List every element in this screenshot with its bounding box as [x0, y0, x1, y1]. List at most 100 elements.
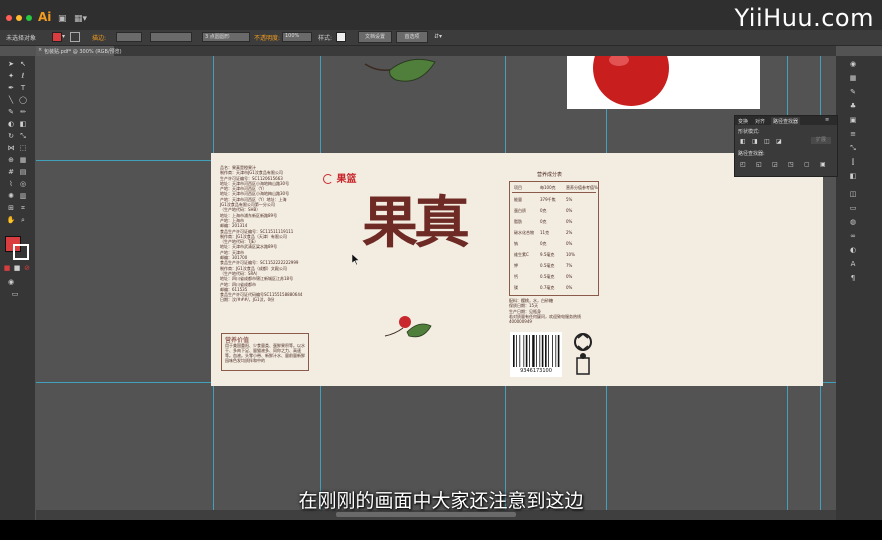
cherry-illustration-icon[interactable] — [383, 314, 433, 344]
stroke-weight-field[interactable] — [116, 32, 142, 42]
graphic-styles-panel-icon[interactable]: ▣ — [848, 116, 858, 125]
opacity-field[interactable]: 100% — [282, 32, 312, 42]
image-trace-panel-icon[interactable]: ◐ — [848, 246, 858, 255]
character-panel-icon[interactable]: A — [848, 260, 858, 269]
gradient-mode-icon[interactable]: ■ — [12, 264, 22, 273]
symbol-sprayer-tool-icon[interactable]: ✺ — [6, 192, 16, 201]
brand-logo[interactable]: 果篮 — [323, 170, 356, 185]
artboard-tool-icon[interactable]: ⊞ — [6, 204, 16, 213]
perspective-grid-tool-icon[interactable]: ▦ — [18, 156, 28, 165]
pencil-tool-icon[interactable]: ✏ — [18, 108, 28, 117]
variable-width-profile[interactable] — [150, 32, 192, 42]
lasso-tool-icon[interactable]: ℓ — [18, 72, 28, 81]
arrange-documents-icon[interactable]: ▦▾ — [74, 14, 87, 24]
free-transform-tool-icon[interactable]: ⬚ — [18, 144, 28, 153]
stroke-label[interactable]: 描边: — [92, 33, 106, 42]
recycle-icon[interactable] — [572, 332, 594, 378]
align-panel-icon[interactable]: ⫿ — [848, 158, 858, 167]
swatches-panel-icon[interactable]: ▦ — [848, 74, 858, 83]
panel-dock: ◉ ▦ ✎ ♣ ▣ ≡ ⤡ ⫿ ◧ ◫ ▭ ◍ ∞ ◐ A ¶ — [836, 56, 882, 520]
eraser-tool-icon[interactable]: ◧ — [18, 120, 28, 129]
none-mode-icon[interactable]: ⊘ — [22, 264, 32, 273]
preferences-button[interactable]: 首选项 — [396, 31, 428, 43]
align-options-icon[interactable]: ⇵▾ — [434, 33, 442, 40]
opacity-label[interactable]: 不透明度: — [254, 33, 280, 42]
close-window-button[interactable] — [6, 15, 12, 21]
fill-swatch[interactable] — [52, 32, 62, 42]
expand-button[interactable]: 扩展 — [811, 137, 831, 144]
exclude-icon[interactable]: ◪ — [776, 138, 782, 145]
close-tab-icon[interactable]: × — [38, 47, 42, 53]
trim-icon[interactable]: ◱ — [756, 161, 762, 168]
barcode[interactable]: 9346173100 — [510, 332, 562, 377]
document-tab[interactable]: × 包装贴.pdf* @ 300% (RGB/预览) — [36, 46, 122, 56]
document-tab-bar — [36, 46, 836, 56]
document-setup-button[interactable]: 文档设置 — [358, 31, 392, 43]
width-tool-icon[interactable]: ⋈ — [6, 144, 16, 153]
notice-box[interactable]: 营养价值 用于美国重阳、少食量类、蛋鲜果积等。以水干、多肉下足、量猫液多、同你之… — [221, 333, 309, 371]
gradient-tool-icon[interactable]: ▤ — [18, 168, 28, 177]
symbols-panel-icon[interactable]: ♣ — [848, 102, 858, 111]
merge-icon[interactable]: ◲ — [772, 161, 778, 168]
tab-align[interactable]: 对齐 — [755, 118, 765, 125]
zoom-window-button[interactable] — [26, 15, 32, 21]
line-tool-icon[interactable]: ╲ — [6, 96, 16, 105]
type-tool-icon[interactable]: T — [18, 84, 28, 93]
pathfinder-panel[interactable]: 变换 对齐 路径查找器 ≡ 形状模式: ◧ ◨ ◫ ◪ 扩展 路径查找器: ◰ … — [734, 115, 838, 177]
shape-builder-tool-icon[interactable]: ⊕ — [6, 156, 16, 165]
artboards-panel-icon[interactable]: ▭ — [848, 204, 858, 213]
outline-icon[interactable]: ▢ — [804, 161, 810, 168]
stroke-color-swatch[interactable] — [13, 244, 29, 260]
panel-menu-icon[interactable]: ≡ — [825, 117, 829, 123]
minimize-window-button[interactable] — [16, 15, 22, 21]
zoom-tool-icon[interactable]: ⌕ — [18, 216, 28, 225]
column-graph-tool-icon[interactable]: ▥ — [18, 192, 28, 201]
pathfinder-panel-icon[interactable]: ◧ — [848, 172, 858, 181]
layers-panel-icon[interactable]: ◫ — [848, 190, 858, 199]
brushes-panel-icon[interactable]: ✎ — [848, 88, 858, 97]
scale-tool-icon[interactable]: ⤡ — [18, 132, 28, 141]
selection-tool-icon[interactable]: ➤ — [6, 60, 16, 69]
color-mode-icon[interactable]: ■ — [2, 264, 12, 273]
graphic-style-swatch[interactable] — [336, 32, 346, 42]
barcode-bar — [525, 335, 528, 367]
blend-tool-icon[interactable]: ◎ — [18, 180, 28, 189]
magic-wand-tool-icon[interactable]: ✦ — [6, 72, 16, 81]
tab-transform[interactable]: 变换 — [738, 118, 748, 125]
appearance-panel-icon[interactable]: ◍ — [848, 218, 858, 227]
pen-tool-icon[interactable]: ✒ — [6, 84, 16, 93]
product-info-block[interactable]: 品名：果真是橙果汁 制作商：天津市JG1汶食品有限公司 生产许可证编号：SC1120… — [220, 165, 316, 303]
slice-tool-icon[interactable]: ⌗ — [18, 204, 28, 213]
hand-tool-icon[interactable]: ✋ — [6, 216, 16, 225]
cherry-photo[interactable] — [567, 30, 760, 109]
blob-brush-tool-icon[interactable]: ◐ — [6, 120, 16, 129]
draw-mode-icon[interactable]: ◉ — [6, 278, 16, 287]
unite-icon[interactable]: ◧ — [740, 138, 746, 145]
chevron-down-icon[interactable]: ▾ — [62, 33, 65, 40]
crop-icon[interactable]: ◳ — [788, 161, 794, 168]
transform-panel-icon[interactable]: ⤡ — [848, 144, 858, 153]
direct-selection-tool-icon[interactable]: ↖ — [18, 60, 28, 69]
eyedropper-tool-icon[interactable]: ⌇ — [6, 180, 16, 189]
divide-icon[interactable]: ◰ — [740, 161, 746, 168]
minus-back-icon[interactable]: ▣ — [820, 161, 826, 168]
leaf-graphic[interactable] — [360, 56, 440, 90]
ellipse-tool-icon[interactable]: ◯ — [18, 96, 28, 105]
mesh-tool-icon[interactable]: # — [6, 168, 16, 177]
paragraph-panel-icon[interactable]: ¶ — [848, 274, 858, 283]
links-panel-icon[interactable]: ∞ — [848, 232, 858, 241]
tab-pathfinder[interactable]: 路径查找器 — [771, 117, 801, 126]
color-panel-icon[interactable]: ◉ — [848, 60, 858, 69]
intersect-icon[interactable]: ◫ — [764, 138, 770, 145]
paintbrush-tool-icon[interactable]: ✎ — [6, 108, 16, 117]
minus-front-icon[interactable]: ◨ — [752, 138, 758, 145]
brush-definition[interactable]: 3 点圆圆形 — [202, 32, 250, 42]
product-title[interactable]: 果真 — [362, 178, 470, 259]
stroke-panel-icon[interactable]: ≡ — [848, 130, 858, 139]
stroke-swatch[interactable] — [70, 32, 80, 42]
nutrition-table[interactable]: 项目 每100克 营养分值参考值% 能量 379千焦 5% 蛋白质 0克 0% 脂肪 0克 0% 碳水化… — [509, 181, 599, 296]
rotate-tool-icon[interactable]: ↻ — [6, 132, 16, 141]
bridge-icon[interactable]: ▣ — [58, 14, 67, 24]
screen-mode-icon[interactable]: ▭ — [10, 290, 20, 299]
ingredients-block[interactable]: 配料：樱桃，水，白砂糖 保质日期：15天 生产日期：见瓶身 若对质量有任何疑问，欢迎致… — [509, 298, 604, 324]
